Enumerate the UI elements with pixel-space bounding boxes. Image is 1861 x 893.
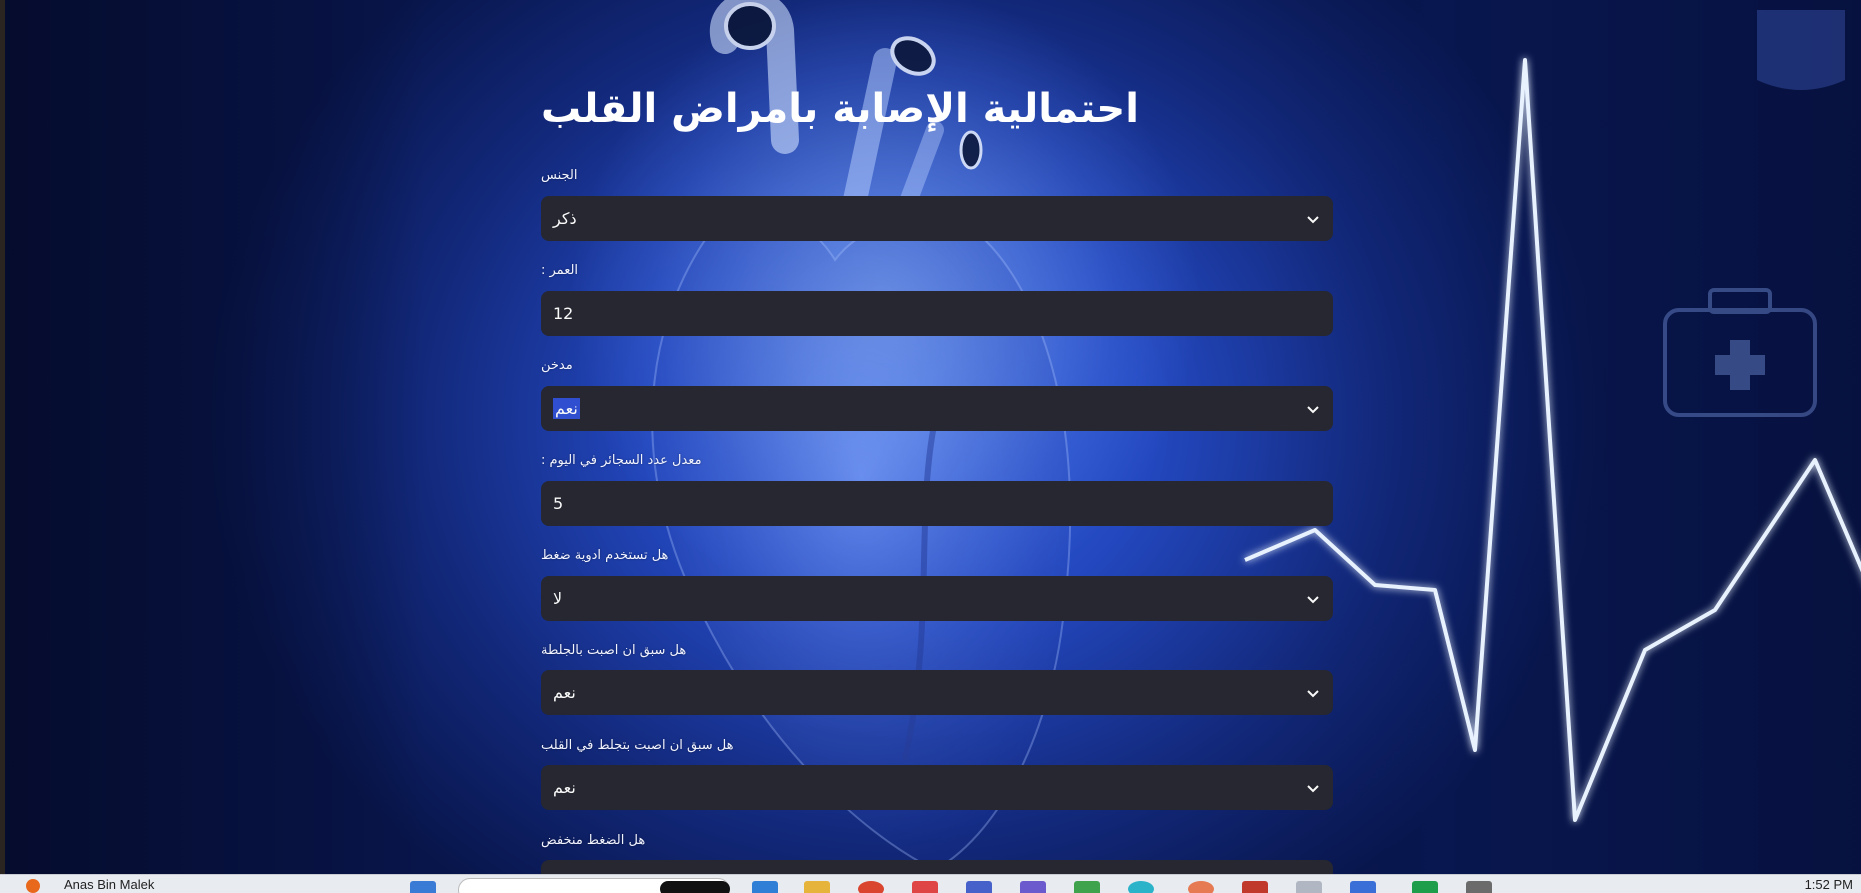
heart-clot-value: نعم: [553, 778, 576, 797]
taskbar-clock[interactable]: 1:52 PM: [1805, 877, 1853, 892]
app-icon[interactable]: [1466, 881, 1492, 893]
gender-label: الجنس: [541, 168, 578, 183]
smoker-label: مدخن: [541, 358, 573, 373]
gender-value: ذكر: [553, 209, 577, 228]
chevron-down-icon: [1305, 780, 1321, 796]
app-icon[interactable]: [1296, 881, 1322, 893]
app-icon[interactable]: [1074, 881, 1100, 893]
cigarettes-value: 5: [553, 494, 564, 513]
medical-kit-icon: [1663, 288, 1817, 417]
low-bp-label: هل الضغط منخفض: [541, 833, 646, 848]
start-icon[interactable]: [410, 881, 436, 893]
chevron-down-icon: [1305, 401, 1321, 417]
stroke-select[interactable]: نعم: [541, 670, 1333, 715]
stroke-label: هل سبق ان اصبت بالجلطة: [541, 643, 687, 658]
smoker-select[interactable]: نعم: [541, 386, 1333, 431]
age-label: العمر :: [541, 263, 579, 278]
heart-clot-select[interactable]: نعم: [541, 765, 1333, 810]
app-window: احتمالية الإصابة بامراض القلب الجنس ذكر …: [0, 0, 1861, 874]
taskbar-user[interactable]: Anas Bin Malek: [64, 877, 154, 892]
heartbeat-line: [1244, 58, 1861, 822]
bp-meds-value: لا: [553, 589, 563, 608]
app-icon[interactable]: [752, 881, 778, 893]
cigarettes-label: معدل عدد السجائر في اليوم :: [541, 453, 702, 468]
app-icon[interactable]: [1350, 881, 1376, 893]
warning-icon[interactable]: [26, 879, 40, 893]
app-icon[interactable]: [1020, 881, 1046, 893]
low-bp-select[interactable]: [541, 860, 1333, 874]
page-title: احتمالية الإصابة بامراض القلب: [541, 86, 1139, 132]
chevron-down-icon: [1305, 211, 1321, 227]
app-icon[interactable]: [1188, 881, 1214, 893]
app-icon[interactable]: [912, 881, 938, 893]
age-value: 12: [553, 304, 574, 323]
heart-clot-label: هل سبق ان اصبت بتجلط في القلب: [541, 738, 734, 753]
gender-select[interactable]: ذكر: [541, 196, 1333, 241]
app-icon[interactable]: [966, 881, 992, 893]
cigarettes-input[interactable]: 5: [541, 481, 1333, 526]
chevron-down-icon: [1305, 685, 1321, 701]
chrome-icon[interactable]: [858, 881, 884, 893]
app-icon[interactable]: [1242, 881, 1268, 893]
bp-meds-select[interactable]: لا: [541, 576, 1333, 621]
chevron-down-icon: [1305, 591, 1321, 607]
stroke-value: نعم: [553, 683, 576, 702]
app-icon[interactable]: [1128, 881, 1154, 893]
bp-meds-label: هل تستخدم ادوية ضغط: [541, 548, 669, 563]
smoker-value: نعم: [553, 398, 580, 419]
app-icon[interactable]: [1412, 881, 1438, 893]
search-highlight-icon[interactable]: [660, 881, 730, 893]
age-input[interactable]: 12: [541, 291, 1333, 336]
folder-icon[interactable]: [804, 881, 830, 893]
taskbar: Anas Bin Malek 1:52 PM: [0, 874, 1861, 893]
